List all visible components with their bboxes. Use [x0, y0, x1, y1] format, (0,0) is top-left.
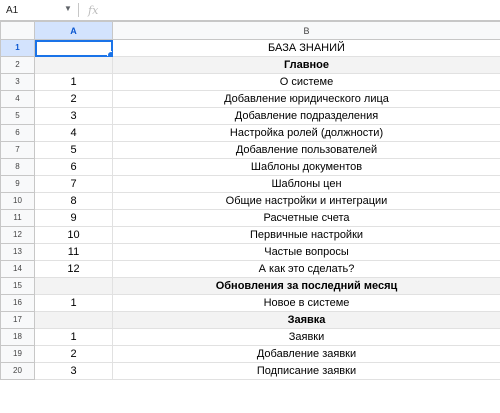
table-row: 16 1 Новое в системе	[0, 294, 500, 312]
cell-a[interactable]	[34, 56, 113, 74]
table-row: 5 3 Добавление подразделения	[0, 107, 500, 125]
row-header[interactable]: 8	[0, 158, 35, 176]
cell-a[interactable]: 7	[34, 175, 113, 193]
cell-b[interactable]: Частые вопросы	[112, 243, 500, 261]
fill-handle[interactable]	[107, 51, 112, 56]
divider	[78, 3, 79, 17]
cell-b[interactable]: Главное	[112, 56, 500, 74]
cell-b[interactable]: Заявки	[112, 328, 500, 346]
table-row: 11 9 Расчетные счета	[0, 209, 500, 227]
cell-b[interactable]: Первичные настройки	[112, 226, 500, 244]
row-header[interactable]: 3	[0, 73, 35, 91]
table-row: 17 Заявка	[0, 311, 500, 329]
table-row: 12 10 Первичные настройки	[0, 226, 500, 244]
row-header[interactable]: 11	[0, 209, 35, 227]
table-row: 4 2 Добавление юридического лица	[0, 90, 500, 108]
cell-a[interactable]: 3	[34, 107, 113, 125]
table-row: 18 1 Заявки	[0, 328, 500, 346]
row-header[interactable]: 7	[0, 141, 35, 159]
cell-a[interactable]: 11	[34, 243, 113, 261]
cell-a[interactable]: 4	[34, 124, 113, 142]
table-row: 1 БАЗА ЗНАНИЙ	[0, 39, 500, 57]
row-header[interactable]: 18	[0, 328, 35, 346]
row-header[interactable]: 15	[0, 277, 35, 295]
cell-a[interactable]: 10	[34, 226, 113, 244]
cell-a[interactable]: 8	[34, 192, 113, 210]
table-row: 7 5 Добавление пользователей	[0, 141, 500, 159]
row-header[interactable]: 17	[0, 311, 35, 329]
column-header-b[interactable]: B	[112, 21, 500, 40]
cell-b[interactable]: Добавление пользователей	[112, 141, 500, 159]
table-row: 31О системе	[0, 73, 500, 91]
cell-reference: A1	[6, 4, 19, 16]
chevron-down-icon[interactable]: ▼	[64, 4, 72, 13]
cell-a[interactable]: 1	[34, 328, 113, 346]
cell-b[interactable]: Новое в системе	[112, 294, 500, 312]
cell-b[interactable]: Подписание заявки	[112, 362, 500, 380]
cell-b[interactable]: Добавление заявки	[112, 345, 500, 363]
column-header-row: A B	[0, 21, 500, 40]
table-row: 13 11 Частые вопросы	[0, 243, 500, 261]
cell-a[interactable]: 9	[34, 209, 113, 227]
fx-icon: fx	[88, 3, 99, 17]
row-header[interactable]: 12	[0, 226, 35, 244]
table-row: 9 7 Шаблоны цен	[0, 175, 500, 193]
cell-a[interactable]: 2	[34, 345, 113, 363]
cell-a[interactable]: 1	[34, 73, 113, 91]
spreadsheet-grid: A B 1 БАЗА ЗНАНИЙ 2 Главное 3 1 О системе 4 2 Доб…	[0, 21, 500, 380]
table-row: 15 Обновления за последний месяц	[0, 277, 500, 295]
cell-b[interactable]: Общие настройки и интеграции	[112, 192, 500, 210]
table-row: 10 8 Общие настройки и интеграции	[0, 192, 500, 210]
cell-b[interactable]: Добавление юридического лица	[112, 90, 500, 108]
cell-b[interactable]: БАЗА ЗНАНИЙ	[112, 39, 500, 57]
cell-b[interactable]: О системе	[112, 73, 500, 91]
cell-a[interactable]: 2	[34, 90, 113, 108]
row-header[interactable]: 4	[0, 90, 35, 108]
row-header[interactable]: 6	[0, 124, 35, 142]
cell-a[interactable]: 1	[34, 294, 113, 312]
table-row: 8 6 Шаблоны документов	[0, 158, 500, 176]
row-header[interactable]: 13	[0, 243, 35, 261]
row-header[interactable]: 16	[0, 294, 35, 312]
column-header-a[interactable]: A	[34, 21, 113, 40]
cell-b[interactable]: Обновления за последний месяц	[112, 277, 500, 295]
row-header[interactable]: 1	[0, 39, 35, 57]
table-row: 14 12 А как это сделать?	[0, 260, 500, 278]
row-header[interactable]: 14	[0, 260, 35, 278]
row-header[interactable]: 19	[0, 345, 35, 363]
active-cell[interactable]	[34, 39, 113, 57]
cell-a[interactable]: 5	[34, 141, 113, 159]
table-row: 2 Главное	[0, 56, 500, 74]
cell-a[interactable]: 3	[34, 362, 113, 380]
name-box[interactable]: A1 ▼	[0, 0, 78, 20]
select-all-corner[interactable]	[0, 21, 35, 40]
row-header[interactable]: 20	[0, 362, 35, 380]
cell-b[interactable]: Добавление подразделения	[112, 107, 500, 125]
row-header[interactable]: 10	[0, 192, 35, 210]
cell-b[interactable]: А как это сделать?	[112, 260, 500, 278]
cell-a[interactable]	[34, 311, 113, 329]
table-row: 20 3 Подписание заявки	[0, 362, 500, 380]
table-row: 19 2 Добавление заявки	[0, 345, 500, 363]
row-header[interactable]: 5	[0, 107, 35, 125]
cell-b[interactable]: Расчетные счета	[112, 209, 500, 227]
cell-a[interactable]: 6	[34, 158, 113, 176]
row-header[interactable]: 2	[0, 56, 35, 74]
cell-b[interactable]: Заявка	[112, 311, 500, 329]
cell-b[interactable]: Шаблоны документов	[112, 158, 500, 176]
cell-a[interactable]	[34, 277, 113, 295]
cell-a[interactable]: 12	[34, 260, 113, 278]
cell-b[interactable]: Шаблоны цен	[112, 175, 500, 193]
cell-b[interactable]: Настройка ролей (должности)	[112, 124, 500, 142]
row-header[interactable]: 9	[0, 175, 35, 193]
formula-bar: A1 ▼ fx	[0, 0, 500, 21]
table-row: 6 4 Настройка ролей (должности)	[0, 124, 500, 142]
